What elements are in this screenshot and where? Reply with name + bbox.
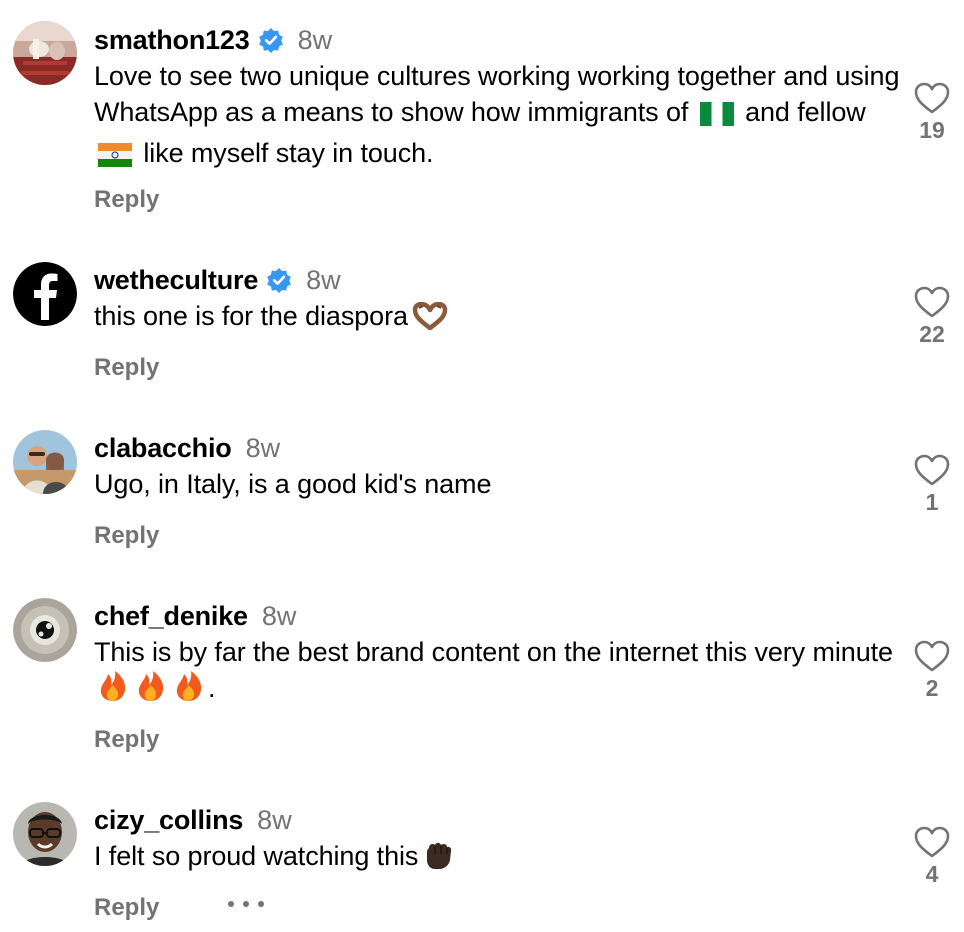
comment-username[interactable]: smathon123 xyxy=(94,25,250,56)
avatar[interactable] xyxy=(13,262,77,326)
comment-timestamp: 8w xyxy=(257,804,292,835)
heart-outline-icon[interactable] xyxy=(913,285,951,319)
reply-button[interactable]: Reply xyxy=(94,726,159,754)
comment-text: This is by far the best brand content on… xyxy=(94,634,894,711)
comment-text-part: I felt so proud watching this xyxy=(94,841,419,871)
comment-text-part: This is by far the best brand content on… xyxy=(94,637,893,667)
heart-outline-icon[interactable] xyxy=(913,639,951,673)
comment-username[interactable]: chef_denike xyxy=(94,601,248,632)
comment-text-part: . xyxy=(208,673,216,703)
comment-timestamp: 8w xyxy=(306,264,341,295)
comment-text: this one is for the diaspora xyxy=(94,298,904,339)
reply-button[interactable]: Reply xyxy=(94,894,159,922)
like-count: 19 xyxy=(919,117,945,143)
avatar[interactable] xyxy=(13,430,77,494)
raised-fist-icon xyxy=(422,838,454,879)
comment-text: I felt so proud watching this xyxy=(94,838,904,879)
heart-hands-icon xyxy=(412,301,448,339)
comment-text: Love to see two unique cultures working … xyxy=(94,58,904,176)
fire-icon xyxy=(136,670,166,711)
avatar[interactable] xyxy=(13,21,77,85)
comment-text-part: Ugo, in Italy, is a good kid's name xyxy=(94,469,492,499)
nigeria-flag-icon xyxy=(699,99,734,135)
like-count: 1 xyxy=(925,489,939,515)
like-count: 2 xyxy=(925,675,939,701)
reply-button[interactable]: Reply xyxy=(94,186,159,214)
like-count: 22 xyxy=(919,321,945,347)
comment-timestamp: 8w xyxy=(297,24,333,55)
comment-username[interactable]: clabacchio xyxy=(94,433,232,464)
comment-timestamp: 8w xyxy=(245,432,281,463)
more-options-icon[interactable] xyxy=(228,892,264,916)
fire-icon xyxy=(98,670,128,711)
more-dot xyxy=(228,901,234,907)
more-dot xyxy=(243,901,249,907)
reply-button[interactable]: Reply xyxy=(94,522,159,550)
comment-text-part: and fellow xyxy=(745,97,866,127)
heart-outline-icon[interactable] xyxy=(913,825,951,859)
comment-text-part: this one is for the diaspora xyxy=(94,301,408,331)
comment-text: Ugo, in Italy, is a good kid's name xyxy=(94,466,904,502)
more-dot xyxy=(258,901,264,907)
verified-badge-icon xyxy=(266,267,292,293)
avatar[interactable] xyxy=(13,598,77,662)
comment-username[interactable]: cizy_collins xyxy=(94,805,243,836)
comment-timestamp: 8w xyxy=(261,600,297,631)
comments-list: smathon123 8w Love to see two unique cul… xyxy=(0,0,964,932)
comment-text-part: like myself stay in touch. xyxy=(143,138,434,168)
comment-username[interactable]: wetheculture xyxy=(94,265,258,296)
verified-badge-icon xyxy=(258,27,284,53)
heart-outline-icon[interactable] xyxy=(913,81,951,115)
reply-button[interactable]: Reply xyxy=(94,354,159,382)
avatar[interactable] xyxy=(13,802,77,866)
india-flag-icon xyxy=(98,140,132,176)
fire-icon xyxy=(174,670,204,711)
heart-outline-icon[interactable] xyxy=(913,453,951,487)
like-count: 4 xyxy=(925,861,939,887)
